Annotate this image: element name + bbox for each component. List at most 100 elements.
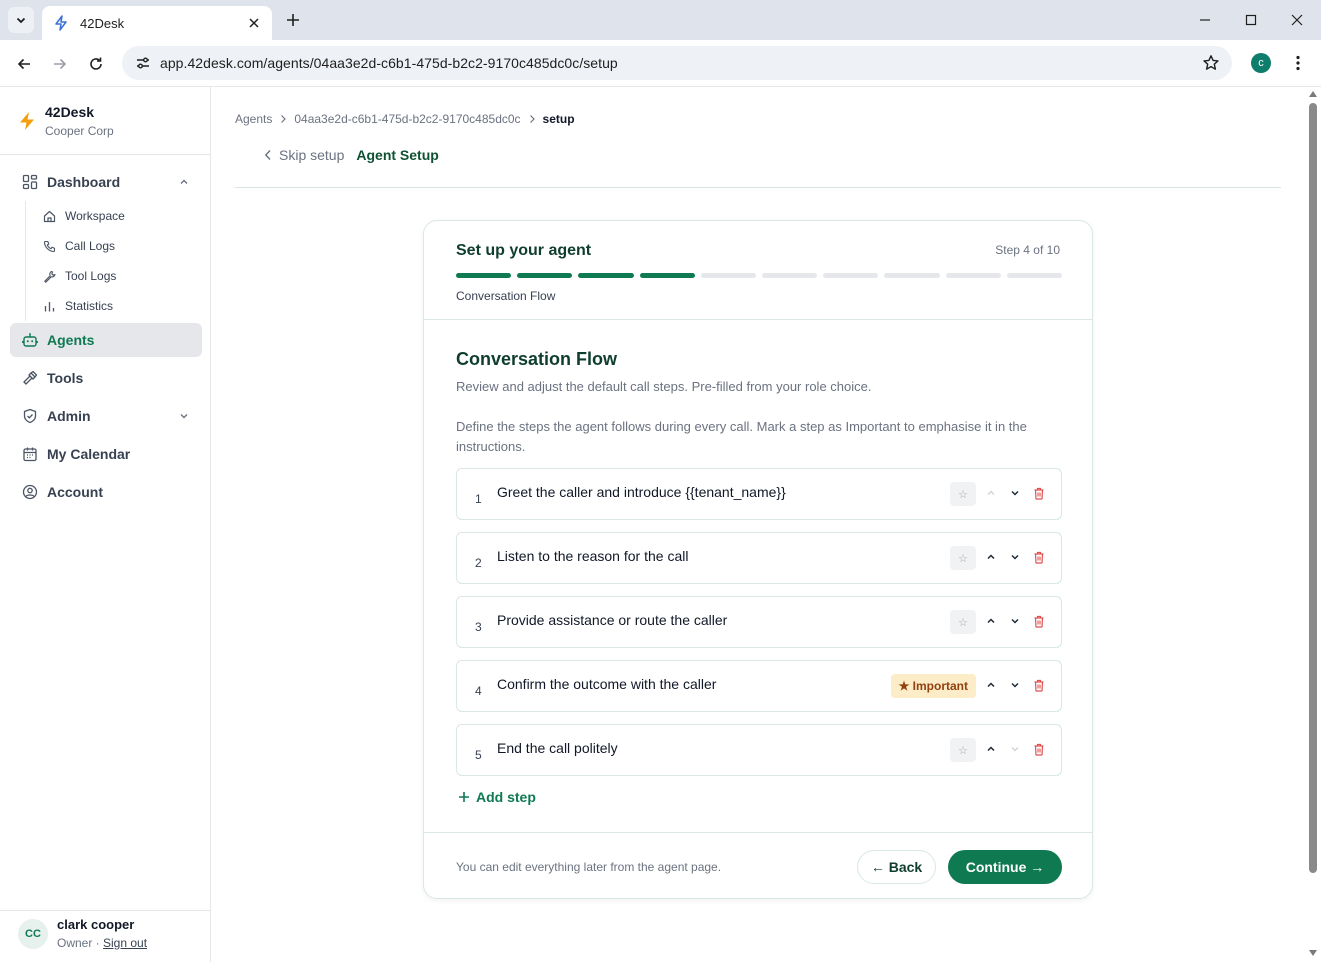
window-close-button[interactable] <box>1285 8 1309 32</box>
user-name: clark cooper <box>57 917 135 932</box>
chevron-right-icon <box>279 114 287 124</box>
step-row[interactable]: 2 Listen to the reason for the call ☆ <box>456 532 1062 584</box>
chevron-left-icon <box>261 148 275 162</box>
steps-list: 1 Greet the caller and introduce {{tenant… <box>456 468 1062 788</box>
nav-my-calendar[interactable]: My Calendar <box>10 437 202 471</box>
browser-tab[interactable]: 42Desk <box>42 6 272 40</box>
step-indicator: Step 4 of 10 <box>995 243 1060 257</box>
avatar: CC <box>18 919 48 949</box>
close-icon <box>1291 14 1303 26</box>
continue-button[interactable]: Continue → <box>948 850 1062 884</box>
step-row[interactable]: 1 Greet the caller and introduce {{tenant… <box>456 468 1062 520</box>
move-down-icon[interactable] <box>1007 485 1023 501</box>
star-icon[interactable]: ☆ <box>950 482 976 506</box>
move-down-icon[interactable] <box>1007 549 1023 565</box>
tab-search-button[interactable] <box>8 7 34 33</box>
reload-button[interactable] <box>83 51 109 77</box>
add-step-button[interactable]: Add step <box>456 789 536 805</box>
progress-segment <box>823 273 879 278</box>
step-text[interactable]: Listen to the reason for the call <box>497 548 688 564</box>
sidebar-item-label: Tool Logs <box>65 269 117 283</box>
trash-icon[interactable] <box>1031 549 1047 565</box>
move-down-icon[interactable] <box>1007 677 1023 693</box>
sidebar-item-tool-logs[interactable]: Tool Logs <box>26 261 195 291</box>
browser-menu-icon[interactable] <box>1287 52 1309 74</box>
move-up-icon[interactable] <box>983 613 999 629</box>
brand-name: 42Desk <box>45 104 95 120</box>
nav-admin[interactable]: Admin <box>10 399 202 433</box>
nav-my-calendar-label: My Calendar <box>47 446 131 462</box>
step-number: 2 <box>475 556 482 570</box>
maximize-button[interactable] <box>1239 8 1263 32</box>
scroll-down-arrow-icon[interactable] <box>1308 949 1318 957</box>
step-text[interactable]: Provide assistance or route the caller <box>497 612 727 628</box>
user-circle-icon <box>21 483 39 501</box>
address-bar[interactable]: app.42desk.com/agents/04aa3e2d-c6b1-475d… <box>122 46 1232 80</box>
move-down-icon[interactable] <box>1007 613 1023 629</box>
step-row[interactable]: 4 Confirm the outcome with the caller ★ Im… <box>456 660 1062 712</box>
breadcrumb-agent-id[interactable]: 04aa3e2d-c6b1-475d-b2c2-9170c485dc0c <box>294 112 520 126</box>
skip-setup-link[interactable]: Skip setup <box>261 147 344 163</box>
nav-account[interactable]: Account <box>10 475 202 509</box>
plus-icon <box>287 14 299 26</box>
sidebar: 42Desk Cooper Corp Dashboard Workspace C… <box>0 87 211 962</box>
site-settings-icon[interactable] <box>134 54 152 72</box>
user-role-line: Owner · Sign out <box>57 936 147 950</box>
star-icon[interactable]: ☆ <box>950 738 976 762</box>
forward-nav-button[interactable] <box>47 51 73 77</box>
section-description: Review and adjust the default call steps… <box>456 379 872 394</box>
org-name: Cooper Corp <box>45 124 114 138</box>
breadcrumb-agents[interactable]: Agents <box>235 112 272 126</box>
trash-icon[interactable] <box>1031 613 1047 629</box>
chevron-up-icon[interactable] <box>176 174 192 190</box>
sidebar-item-workspace[interactable]: Workspace <box>26 201 195 231</box>
step-text[interactable]: End the call politely <box>497 740 618 756</box>
new-tab-button[interactable] <box>282 9 304 31</box>
chevron-down-icon[interactable] <box>176 408 192 424</box>
move-up-icon[interactable] <box>983 677 999 693</box>
star-icon[interactable]: ☆ <box>950 546 976 570</box>
progress-segment <box>639 273 695 278</box>
move-down-icon[interactable] <box>1007 741 1023 757</box>
bookmark-star-icon[interactable] <box>1200 52 1222 74</box>
sidebar-item-label: Statistics <box>65 299 114 313</box>
trash-icon[interactable] <box>1031 485 1047 501</box>
page-scrollbar[interactable] <box>1306 87 1321 962</box>
move-up-icon[interactable] <box>983 485 999 501</box>
browser-tab-bar: 42Desk <box>0 0 1321 40</box>
nav-agents-label: Agents <box>47 332 95 348</box>
trash-icon[interactable] <box>1031 677 1047 693</box>
user-panel: CC clark cooper Owner · Sign out <box>0 910 210 962</box>
back-nav-button[interactable] <box>11 51 37 77</box>
trash-icon[interactable] <box>1031 741 1047 757</box>
star-icon[interactable]: ☆ <box>950 610 976 634</box>
dashboard-icon <box>21 173 39 191</box>
step-text[interactable]: Greet the caller and introduce {{tenant_… <box>497 484 786 500</box>
sidebar-item-call-logs[interactable]: Call Logs <box>26 231 195 261</box>
nav-dashboard[interactable]: Dashboard <box>10 165 202 199</box>
sidebar-item-statistics[interactable]: Statistics <box>26 291 195 321</box>
profile-avatar[interactable]: c <box>1251 53 1271 73</box>
step-number: 3 <box>475 620 482 634</box>
sidebar-item-label: Workspace <box>65 209 125 223</box>
nav-tools[interactable]: Tools <box>10 361 202 395</box>
back-button[interactable]: ← Back <box>857 850 936 884</box>
progress-segment <box>945 273 1001 278</box>
brand-header[interactable]: 42Desk Cooper Corp <box>0 87 210 155</box>
step-row[interactable]: 3 Provide assistance or route the caller ☆ <box>456 596 1062 648</box>
important-toggle-button[interactable]: ★ Important <box>890 674 976 698</box>
scrollbar-thumb[interactable] <box>1309 103 1317 873</box>
step-row[interactable]: 5 End the call politely ☆ <box>456 724 1062 776</box>
progress-segment <box>1006 273 1063 278</box>
progress-segment <box>884 273 940 278</box>
sign-out-link[interactable]: Sign out <box>103 936 147 950</box>
progress-segment <box>456 273 512 278</box>
minimize-button[interactable] <box>1193 8 1217 32</box>
move-up-icon[interactable] <box>983 741 999 757</box>
move-up-icon[interactable] <box>983 549 999 565</box>
step-text[interactable]: Confirm the outcome with the caller <box>497 676 716 692</box>
close-icon[interactable] <box>246 15 262 31</box>
nav-agents[interactable]: Agents <box>10 323 202 357</box>
progress-segment <box>700 273 757 278</box>
scroll-up-arrow-icon[interactable] <box>1308 90 1318 98</box>
